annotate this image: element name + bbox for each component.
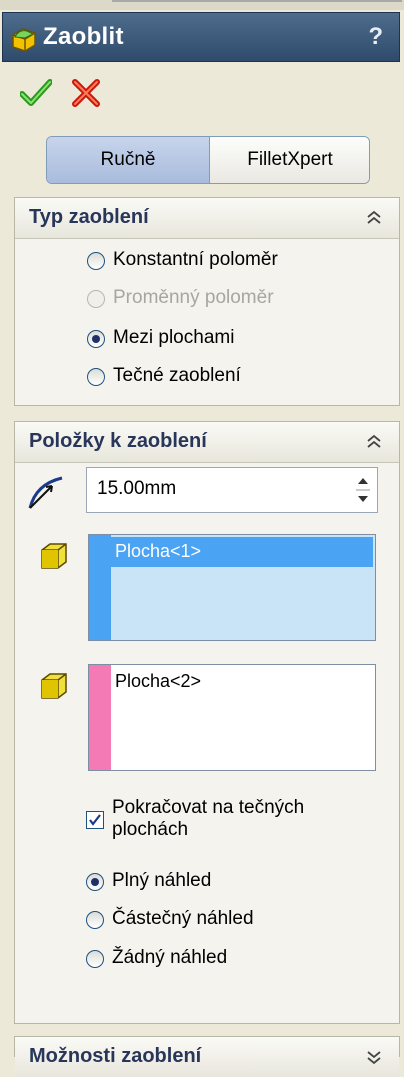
face-cube-icon [41, 673, 67, 699]
tab-filletxpert[interactable]: FilletXpert [210, 137, 369, 183]
list-item[interactable]: Plocha<2> [111, 667, 373, 697]
fillet-options-group: Možnosti zaoblení [14, 1036, 400, 1077]
option-label: Mezi plochami [113, 327, 235, 348]
face-set-2-list[interactable]: Plocha<2> [88, 664, 376, 771]
radio-button[interactable] [87, 368, 105, 386]
radio-button[interactable] [86, 950, 104, 968]
tab-manual[interactable]: Ručně [47, 137, 210, 183]
face-cube-icon [41, 543, 67, 569]
mode-toggle: Ručně FilletXpert [46, 136, 370, 184]
fillet-options-header[interactable]: Možnosti zaoblení [15, 1037, 399, 1077]
panel-title: Zaoblit [43, 23, 124, 50]
radio-button [87, 290, 105, 308]
option-label: Plný náhled [112, 870, 212, 891]
radio-button-selected[interactable] [86, 873, 104, 891]
radius-input[interactable]: 15.00mm [86, 467, 378, 513]
face-set-1-color-strip [89, 535, 111, 640]
face-set-1-list[interactable]: Plocha<1> [88, 534, 376, 641]
expand-chevron-icon[interactable] [363, 1046, 385, 1068]
collapse-chevron-icon[interactable] [363, 431, 385, 453]
fillet-type-group: Typ zaoblení Konstantní poloměr Proměnný… [14, 197, 400, 406]
fillet-feature-icon [12, 28, 36, 52]
fillet-type-header[interactable]: Typ zaoblení [15, 198, 399, 239]
list-item[interactable]: Plocha<1> [111, 537, 373, 567]
option-label: Konstantní poloměr [113, 249, 278, 270]
ok-check-icon[interactable] [20, 78, 52, 108]
top-tab-strip [0, 0, 404, 10]
option-label: Tečné zaoblení [113, 365, 241, 386]
fillet-items-header[interactable]: Položky k zaoblení [15, 422, 399, 463]
collapse-chevron-icon[interactable] [363, 207, 385, 229]
radio-button[interactable] [87, 252, 105, 270]
tangent-propagation-label: Pokračovat na tečných plochách [112, 797, 305, 840]
fillet-type-title: Typ zaoblení [29, 206, 149, 228]
cancel-x-icon[interactable] [70, 78, 102, 108]
radius-value: 15.00mm [97, 478, 177, 499]
spinner-arrows-icon[interactable] [353, 470, 373, 510]
radio-button-selected[interactable] [87, 330, 105, 348]
fillet-items-title: Položky k zaoblení [29, 430, 207, 452]
radius-icon [28, 476, 63, 509]
option-label: Proměnný poloměr [113, 287, 274, 308]
checkbox[interactable] [86, 811, 104, 829]
property-manager-titlebar: Zaoblit ? [2, 12, 400, 62]
checkmark-icon [89, 814, 101, 826]
option-label: Částečný náhled [112, 908, 254, 929]
radio-button[interactable] [86, 911, 104, 929]
help-button[interactable]: ? [368, 23, 383, 51]
option-label: Žádný náhled [112, 947, 228, 968]
face-set-2-color-strip [89, 665, 111, 770]
